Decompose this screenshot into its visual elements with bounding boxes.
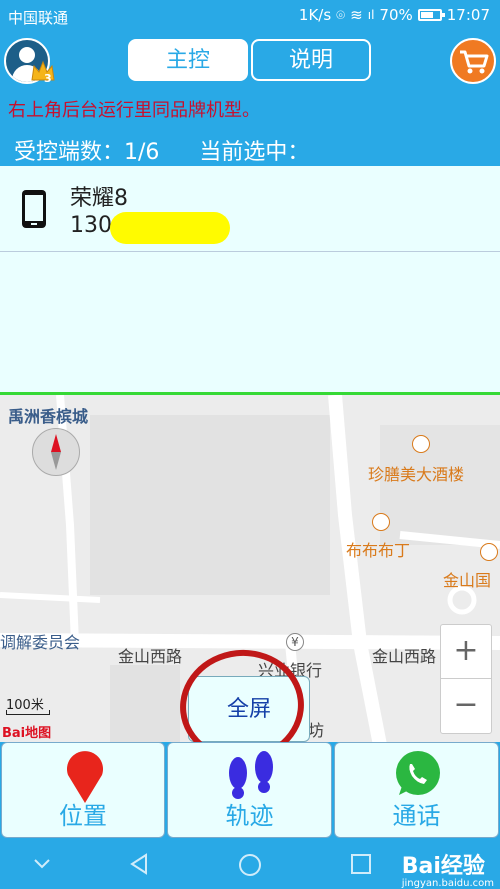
restaurant-icon[interactable]: [480, 543, 498, 561]
compass-icon: [51, 434, 61, 470]
app-header: 3 主控 说明: [0, 34, 500, 86]
network-speed: 1K/s: [298, 6, 332, 24]
track-label: 轨迹: [225, 802, 274, 830]
baidu-jingyan-watermark: Bai经验 jingyan.baidu.com: [402, 848, 494, 889]
recent-apps-icon[interactable]: [350, 853, 372, 875]
controlled-count: 受控端数：1/6: [14, 140, 160, 165]
status-bar: 中国联通 1K/s ⌾ ≋ ıl 70% 17:07: [0, 0, 500, 34]
location-button[interactable]: 位置: [1, 742, 165, 838]
bank-icon[interactable]: ¥: [286, 633, 304, 651]
location-label: 位置: [59, 802, 107, 830]
call-label: 通话: [392, 802, 441, 830]
info-panel: 右上角后台运行里同品牌机型。 受控端数：1/6 当前选中：: [0, 86, 500, 166]
call-button[interactable]: 通话: [334, 742, 499, 838]
map-scale-bar: [6, 710, 50, 715]
map-label-place: 调解委员会: [0, 633, 81, 652]
restaurant-icon[interactable]: [372, 513, 390, 531]
zoom-out-button[interactable]: −: [441, 679, 491, 733]
cart-icon: [460, 50, 489, 74]
map-label-poi: 珍膳美大酒楼: [368, 465, 465, 484]
map-label-road: 坊: [308, 721, 325, 740]
footprints-icon: [229, 751, 273, 799]
back-icon[interactable]: [128, 853, 150, 875]
home-icon[interactable]: [238, 853, 262, 877]
crown-icon: [31, 60, 55, 81]
watermark-main: Bai经验: [401, 854, 485, 879]
baidu-map-logo: Bai地图: [2, 726, 52, 741]
battery-icon: [417, 9, 445, 21]
tab-help[interactable]: 说明: [251, 39, 371, 81]
phone-icon: [22, 190, 46, 228]
map-label-place: 禹洲香槟城: [8, 407, 89, 426]
track-button[interactable]: 轨迹: [167, 742, 332, 838]
zoom-in-button[interactable]: +: [441, 625, 491, 679]
redaction-mark: [110, 212, 230, 244]
whatsapp-icon: [396, 751, 440, 795]
system-nav-bar: Bai经验 jingyan.baidu.com: [0, 838, 500, 889]
cart-button[interactable]: [450, 38, 496, 84]
compass-button[interactable]: [32, 428, 80, 476]
wifi-icon: ≋: [350, 6, 363, 24]
map-label-road: 金山西路: [372, 647, 437, 666]
level-badge: 3: [44, 72, 52, 85]
restaurant-icon[interactable]: [412, 435, 430, 453]
device-number: 130: [70, 213, 112, 238]
tab-main-control[interactable]: 主控: [128, 39, 248, 81]
battery-percent: 70%: [379, 6, 413, 24]
device-name: 荣耀8: [70, 186, 128, 211]
current-selected: 当前选中：: [199, 140, 310, 165]
map-label-poi: 金山国: [443, 571, 492, 590]
device-list: 荣耀8 130: [0, 166, 500, 392]
watermark-sub: jingyan.baidu.com: [401, 878, 494, 889]
list-item[interactable]: 荣耀8 130: [0, 166, 500, 252]
location-icon: ⌾: [336, 6, 346, 24]
map-label-poi: 布布布丁: [346, 541, 411, 560]
carrier-name: 中国联通: [8, 9, 69, 27]
bottom-action-bar: 位置 轨迹 通话: [0, 742, 500, 838]
clock: 17:07: [446, 6, 490, 24]
chevron-down-icon[interactable]: [32, 853, 52, 873]
zoom-control: + −: [440, 624, 492, 734]
signal-icon: ıl: [367, 8, 375, 22]
notice-text: 右上角后台运行里同品牌机型。: [8, 100, 260, 121]
map-label-road: 金山西路: [118, 647, 183, 666]
